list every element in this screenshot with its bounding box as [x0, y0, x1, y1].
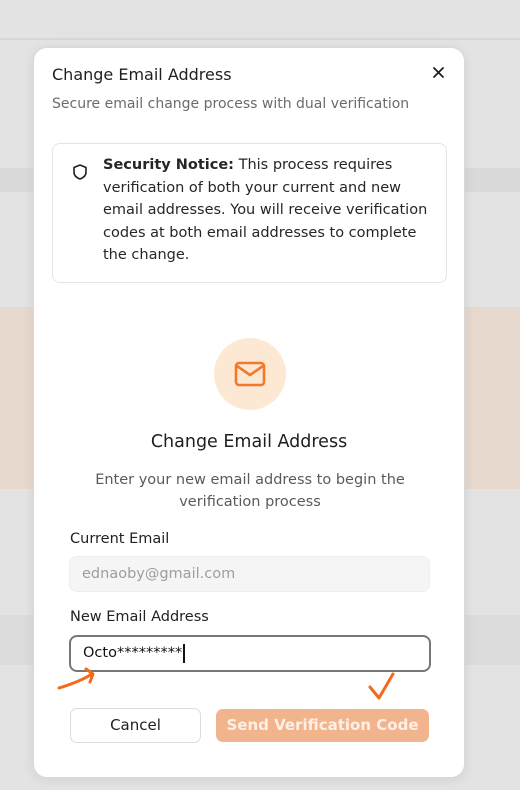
close-icon[interactable]	[430, 64, 448, 82]
current-email-field: ednaoby@gmail.com	[69, 556, 430, 592]
annotation-checkmark-icon	[368, 672, 395, 700]
new-email-field[interactable]: Octo*********	[69, 635, 431, 672]
step-description: Enter your new email address to begin th…	[95, 472, 405, 510]
text-caret	[183, 643, 185, 663]
mail-icon	[214, 338, 286, 410]
security-notice: Security Notice: This process requires v…	[52, 143, 447, 283]
cancel-button[interactable]: Cancel	[70, 708, 201, 743]
step-title: Change Email Address	[150, 432, 348, 452]
current-email-label: Current Email	[70, 531, 170, 547]
new-email-label: New Email Address	[70, 609, 209, 625]
security-notice-text: Security Notice: This process requires v…	[103, 154, 433, 267]
send-verification-code-button[interactable]: Send Verification Code	[216, 709, 429, 742]
background-divider	[0, 38, 520, 40]
annotation-arrow-icon	[57, 667, 95, 690]
new-email-value: Octo*********	[83, 645, 183, 661]
security-notice-heading: Security Notice:	[103, 157, 234, 173]
modal-title: Change Email Address	[52, 65, 232, 84]
modal-subtitle: Secure email change process with dual ve…	[52, 96, 410, 112]
shield-icon	[71, 163, 89, 181]
